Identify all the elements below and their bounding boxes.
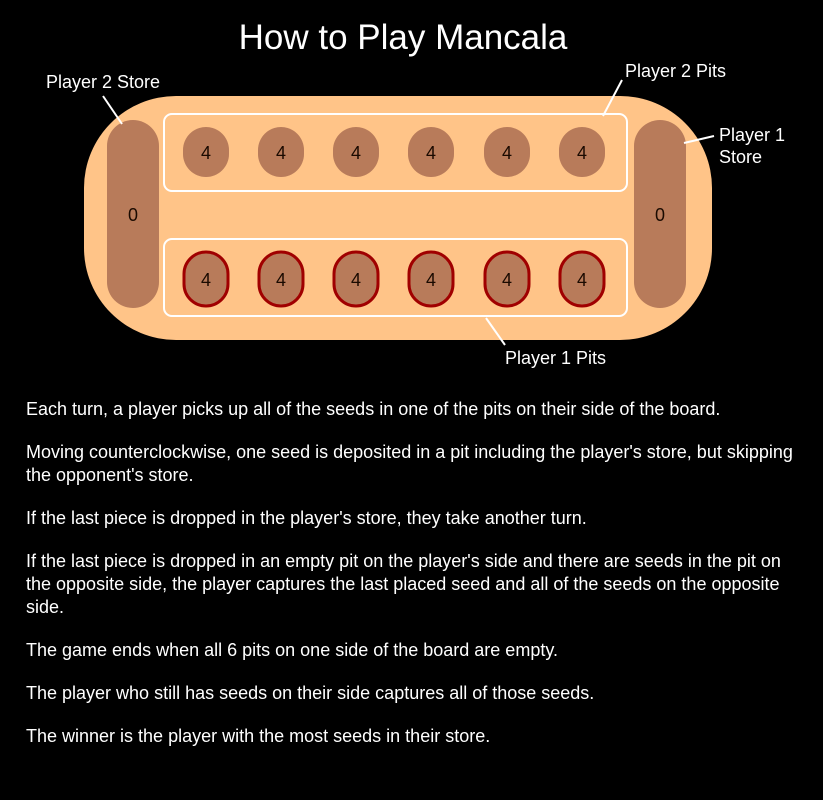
pit-count: 4 [426,270,436,290]
instruction-paragraph: Each turn, a player picks up all of the … [26,399,721,419]
pit-count: 4 [577,270,587,290]
instruction-paragraph: If the last piece is dropped in an empty… [26,551,781,617]
player2-store-label: Player 2 Store [46,72,161,92]
pit-count: 4 [351,270,361,290]
pit-count: 4 [276,270,286,290]
pit-count: 4 [577,143,587,163]
instruction-paragraph: If the last piece is dropped in the play… [26,508,587,528]
instructions: Each turn, a player picks up all of the … [26,398,806,768]
pit-count: 4 [426,143,436,163]
instruction-paragraph: The player who still has seeds on their … [26,683,595,703]
pit-count: 4 [201,270,211,290]
mancala-board [84,96,712,340]
player2-pits-label: Player 2 Pits [625,61,727,81]
pit-count: 4 [351,143,361,163]
instruction-paragraph: The winner is the player with the most s… [26,726,491,746]
player1-store-count: 0 [655,205,665,225]
player2-store-pointer [102,95,123,125]
instruction-paragraph: Moving counterclockwise, one seed is dep… [26,442,793,485]
pit-count: 4 [276,143,286,163]
player2-store-count: 0 [128,205,138,225]
pit-count: 4 [502,143,512,163]
pit-count: 4 [502,270,512,290]
pit-count: 4 [201,143,211,163]
player1-store-label: Player 1 Store [719,125,786,167]
player1-pits-label: Player 1 Pits [505,348,607,368]
instruction-paragraph: The game ends when all 6 pits on one sid… [26,640,558,660]
mancala-board-diagram: 0 0 4 4 4 4 4 4 4 4 4 4 4 4 [84,79,715,346]
